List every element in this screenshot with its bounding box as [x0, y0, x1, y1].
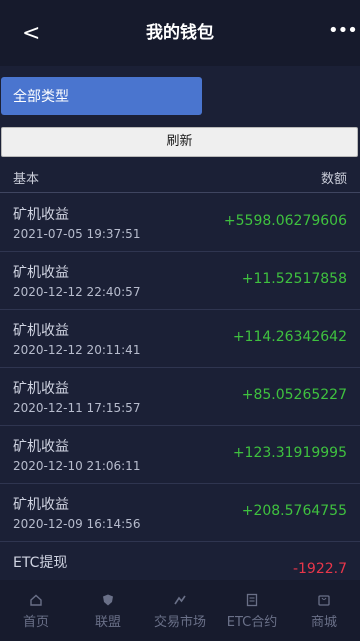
transaction-amount: +11.52517858: [241, 271, 347, 287]
transaction-row: 矿机收益 2020-12-11 17:15:57 +85.05265227: [0, 368, 360, 426]
transaction-row: 矿机收益 2021-07-05 19:37:51 +5598.06279606: [0, 194, 360, 252]
transaction-row: 矿机收益 2020-12-12 20:11:41 +114.26342642: [0, 310, 360, 368]
transaction-amount: +5598.06279606: [223, 213, 347, 229]
transaction-amount: -1922.7: [292, 561, 347, 577]
transaction-type: 矿机收益: [13, 323, 69, 339]
transaction-type: ETC提现: [13, 555, 68, 571]
market-icon: [174, 595, 186, 605]
transaction-time: 2020-12-12 20:11:41: [13, 343, 141, 357]
transaction-type: 矿机收益: [13, 497, 69, 513]
contract-icon: [246, 593, 258, 607]
shop-icon: [318, 595, 330, 606]
refresh-button[interactable]: 刷新: [1, 127, 358, 157]
transaction-amount: +85.05265227: [241, 387, 347, 403]
tab-etc-contract[interactable]: ETC合约: [216, 580, 288, 641]
home-icon: [30, 594, 42, 606]
tab-home[interactable]: 首页: [0, 580, 72, 641]
table-header: 基本 数额: [0, 160, 360, 193]
tab-label: 首页: [22, 615, 49, 630]
column-header-basic: 基本: [13, 172, 40, 187]
page-title: 我的钱包: [146, 23, 214, 43]
transaction-time: 2020-12-12 22:40:57: [13, 285, 141, 299]
transaction-time: 2020-12-09 16:14:56: [13, 517, 141, 531]
transaction-row: 矿机收益 2020-12-09 16:14:56 +208.5764755: [0, 484, 360, 542]
transaction-type: 矿机收益: [13, 265, 69, 281]
app-header: < 我的钱包 •••: [0, 0, 360, 66]
tab-label: 交易市场: [153, 615, 206, 630]
transaction-amount: +114.26342642: [232, 329, 347, 345]
tab-label: 商城: [310, 615, 337, 630]
tab-label: 联盟: [94, 615, 121, 630]
transaction-list: 矿机收益 2021-07-05 19:37:51 +5598.06279606 …: [0, 194, 360, 600]
type-filter-dropdown[interactable]: 全部类型: [1, 77, 202, 115]
tab-label: ETC合约: [226, 615, 278, 630]
shield-icon: [103, 594, 113, 606]
tab-market[interactable]: 交易市场: [144, 580, 216, 641]
tab-alliance[interactable]: 联盟: [72, 580, 144, 641]
transaction-amount: +123.31919995: [232, 445, 347, 461]
column-header-amount: 数额: [320, 172, 347, 187]
tab-shop[interactable]: 商城: [288, 580, 360, 641]
transaction-type: 矿机收益: [13, 381, 69, 397]
transaction-type: 矿机收益: [13, 439, 69, 455]
bottom-tab-bar: 首页 联盟 交易市场 ETC合约 商城: [0, 580, 360, 641]
transaction-time: 2020-12-11 17:15:57: [13, 401, 141, 415]
transaction-time: 2020-12-10 21:06:11: [13, 459, 141, 473]
transaction-type: 矿机收益: [13, 207, 69, 223]
transaction-amount: +208.5764755: [241, 503, 347, 519]
transaction-time: 2021-07-05 19:37:51: [13, 227, 141, 241]
transaction-row: 矿机收益 2020-12-10 21:06:11 +123.31919995: [0, 426, 360, 484]
more-options-button[interactable]: •••: [328, 22, 358, 44]
transaction-row: 矿机收益 2020-12-12 22:40:57 +11.52517858: [0, 252, 360, 310]
